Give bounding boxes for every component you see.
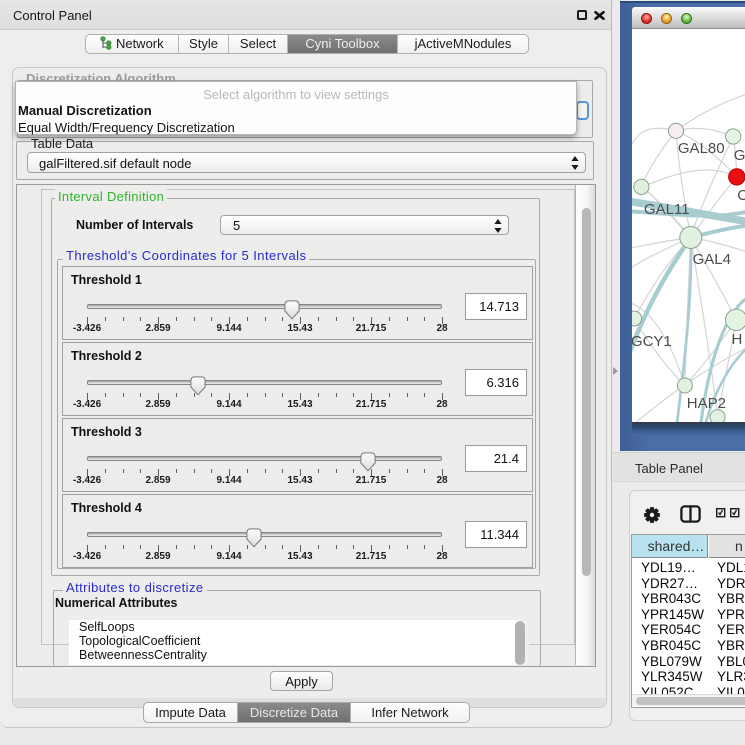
svg-text:H: H	[731, 331, 742, 348]
svg-text:GA: GA	[734, 147, 745, 164]
svg-text:HAP2: HAP2	[687, 395, 726, 412]
svg-text:GCY1: GCY1	[632, 333, 672, 350]
svg-text:GAL11: GAL11	[644, 201, 690, 218]
svg-text:GAL4: GAL4	[692, 251, 730, 268]
svg-text:GAL80: GAL80	[678, 140, 725, 157]
svg-text:C: C	[737, 187, 745, 204]
